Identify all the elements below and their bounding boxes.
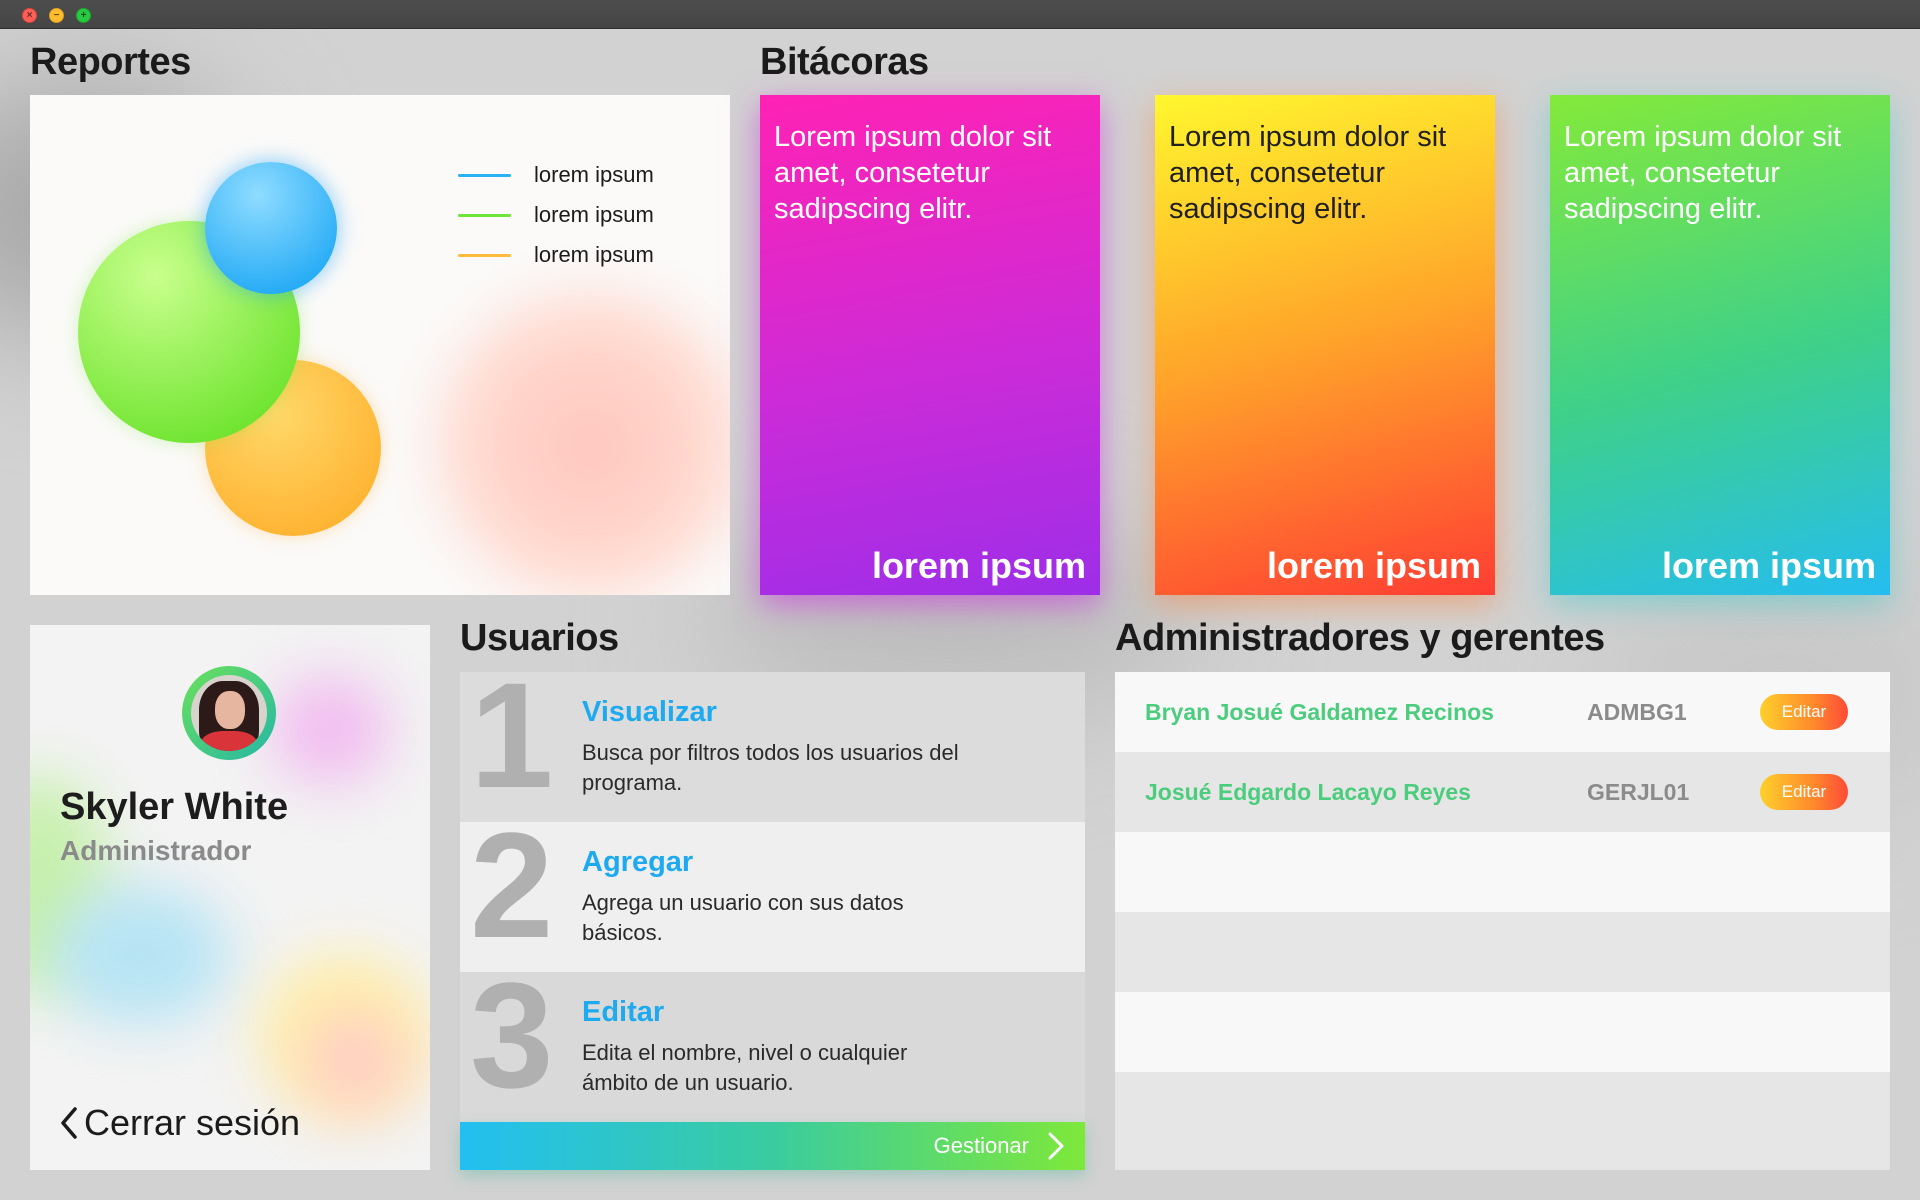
profile-name: Skyler White — [60, 786, 289, 828]
avatar-face — [215, 691, 245, 729]
legend-item: lorem ipsum — [458, 235, 654, 275]
legend-swatch — [458, 253, 511, 257]
manage-users-button[interactable]: Gestionar — [460, 1122, 1085, 1170]
administradores-title: Administradores y gerentes — [1115, 617, 1605, 659]
empty-table-row — [1115, 832, 1890, 912]
report-legend: lorem ipsum lorem ipsum lorem ipsum — [458, 155, 654, 275]
logout-label: Cerrar sesión — [84, 1102, 301, 1143]
log-card-orange[interactable]: Lorem ipsum dolor sit amet, consetetur s… — [1155, 95, 1495, 595]
log-card-footer: lorem ipsum — [1661, 545, 1876, 586]
reportes-title: Reportes — [30, 41, 191, 83]
maximize-window-button[interactable]: + — [76, 8, 91, 23]
step-number: 1 — [470, 672, 554, 819]
profile-role: Administrador — [60, 835, 252, 866]
avatar-shirt — [201, 731, 257, 751]
user-action-title: Agregar — [582, 846, 694, 878]
legend-label: lorem ipsum — [534, 162, 654, 187]
step-number: 3 — [470, 972, 554, 1119]
admin-code: GERJL01 — [1587, 778, 1690, 805]
edit-button[interactable]: Editar — [1760, 694, 1848, 730]
profile-blob — [50, 885, 230, 1025]
log-card-green[interactable]: Lorem ipsum dolor sit amet, consetetur s… — [1550, 95, 1890, 595]
log-card-text: Lorem ipsum dolor sit amet, consetetur s… — [1169, 121, 1447, 225]
user-action-description: Edita el nombre, nivel o cualquier ámbit… — [582, 1040, 908, 1095]
chevron-right-icon — [1048, 1132, 1064, 1160]
user-action-title: Editar — [582, 996, 665, 1028]
empty-table-row — [1115, 992, 1890, 1072]
admin-name: Josué Edgardo Lacayo Reyes — [1145, 778, 1471, 805]
close-window-button[interactable]: × — [22, 8, 37, 23]
admin-name: Bryan Josué Galdamez Recinos — [1145, 698, 1494, 725]
empty-table-row — [1115, 912, 1890, 992]
user-action-description: Agrega un usuario con sus datos básicos. — [582, 890, 904, 945]
usuarios-title: Usuarios — [460, 617, 619, 659]
log-card-footer: lorem ipsum — [871, 545, 1086, 586]
legend-label: lorem ipsum — [534, 202, 654, 227]
log-card-text: Lorem ipsum dolor sit amet, consetetur s… — [1564, 121, 1842, 225]
log-card-footer: lorem ipsum — [1266, 545, 1481, 586]
empty-table-row — [1115, 1072, 1890, 1170]
avatar-photo — [191, 675, 267, 751]
user-action-editar[interactable]: 3 Editar Edita el nombre, nivel o cualqu… — [460, 972, 1085, 1122]
step-number: 2 — [470, 822, 554, 969]
profile-blob — [300, 1005, 410, 1115]
legend-swatch — [458, 173, 511, 177]
reportes-panel[interactable]: lorem ipsum lorem ipsum lorem ipsum — [30, 95, 730, 595]
chevron-left-icon — [61, 1107, 77, 1139]
reportes-glow — [410, 265, 730, 595]
table-row: Josué Edgardo Lacayo Reyes GERJL01 Edita… — [1115, 752, 1890, 832]
user-action-visualizar[interactable]: 1 Visualizar Busca por filtros todos los… — [460, 672, 1085, 822]
bitacoras-title: Bitácoras — [760, 41, 929, 83]
user-action-title: Visualizar — [582, 696, 717, 728]
minimize-window-button[interactable]: − — [49, 8, 64, 23]
edit-button[interactable]: Editar — [1760, 774, 1848, 810]
usuarios-panel: 1 Visualizar Busca por filtros todos los… — [460, 672, 1085, 1170]
legend-item: lorem ipsum — [458, 155, 654, 195]
table-row: Bryan Josué Galdamez Recinos ADMBG1 Edit… — [1115, 672, 1890, 752]
legend-item: lorem ipsum — [458, 195, 654, 235]
log-card-text: Lorem ipsum dolor sit amet, consetetur s… — [774, 121, 1052, 225]
administradores-table: Bryan Josué Galdamez Recinos ADMBG1 Edit… — [1115, 672, 1890, 1170]
user-action-description: Busca por filtros todos los usuarios del… — [582, 740, 959, 795]
admin-code: ADMBG1 — [1587, 698, 1687, 725]
profile-panel: Skyler White Administrador Cerrar sesión — [30, 625, 430, 1170]
logout-button[interactable]: Cerrar sesión — [58, 1102, 300, 1144]
profile-blob — [270, 675, 390, 785]
legend-label: lorem ipsum — [534, 242, 654, 267]
report-circle-blue — [205, 162, 337, 294]
log-card-magenta[interactable]: Lorem ipsum dolor sit amet, consetetur s… — [760, 95, 1100, 595]
manage-label: Gestionar — [933, 1133, 1029, 1158]
avatar[interactable] — [182, 666, 276, 760]
window-titlebar: × − + — [0, 0, 1920, 29]
user-action-agregar[interactable]: 2 Agregar Agrega un usuario con sus dato… — [460, 822, 1085, 972]
legend-swatch — [458, 213, 511, 217]
